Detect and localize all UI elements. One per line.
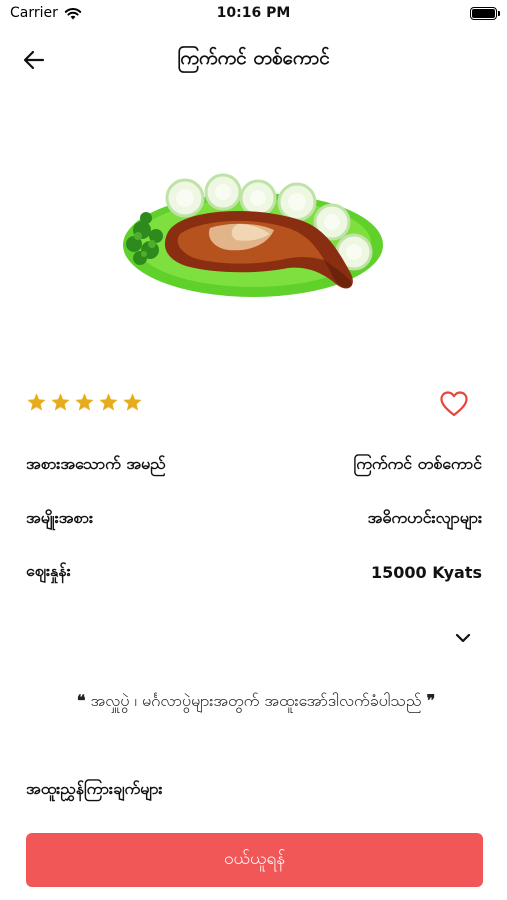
detail-value: ကြက်ကင် တစ်ကောင် bbox=[353, 454, 482, 473]
close-quote-mark: ❞ bbox=[426, 691, 436, 710]
description-text: အလှူပွဲ ၊ မင်္ဂလာပွဲများအတွက် အထူးအော်ဒါ… bbox=[90, 691, 422, 710]
detail-label: အစားအသောက် အမည် bbox=[26, 454, 166, 473]
star-icon bbox=[99, 393, 118, 411]
star-icon bbox=[123, 393, 142, 411]
detail-label: အမျိုးအစား bbox=[26, 508, 94, 527]
detail-row-price: ဈေးနှုန်း 15000 Kyats bbox=[26, 557, 482, 587]
detail-row-name: အစားအသောက် အမည် ကြက်ကင် တစ်ကောင် bbox=[26, 450, 482, 480]
page-title: ကြက်ကင် တစ်ကောင် bbox=[177, 47, 330, 69]
detail-label: ဈေးနှုန်း bbox=[26, 561, 71, 580]
star-icon bbox=[75, 393, 94, 411]
description-quote: ❝ အလှူပွဲ ၊ မင်္ဂလာပွဲများအတွက် အထူးအော်… bbox=[36, 680, 476, 722]
star-icon bbox=[51, 393, 70, 411]
detail-value: အဓိကဟင်းလျာများ bbox=[367, 508, 482, 527]
heart-icon bbox=[440, 391, 468, 417]
special-instructions-label: အထူးညွှန်ကြားချက်များ bbox=[26, 779, 163, 798]
open-quote-mark: ❝ bbox=[76, 691, 86, 710]
expand-button[interactable] bbox=[453, 628, 473, 648]
status-time: 10:16 PM bbox=[216, 5, 291, 21]
detail-row-category: အမျိုးအစား အဓိကဟင်းလျာများ bbox=[26, 504, 482, 534]
status-bar: Carrier 10:16 PM bbox=[0, 0, 507, 30]
detail-value: 15000 Kyats bbox=[370, 562, 482, 582]
favorite-button[interactable] bbox=[439, 390, 469, 418]
star-rating bbox=[26, 392, 143, 413]
star-icon bbox=[27, 393, 46, 411]
navigation-bar: ကြက်ကင် တစ်ကောင် bbox=[0, 36, 507, 80]
chevron-down-icon bbox=[455, 633, 471, 643]
battery-icon bbox=[470, 7, 500, 20]
buy-button[interactable]: ဝယ်ယူရန် bbox=[26, 833, 483, 887]
dish-image bbox=[123, 173, 383, 297]
